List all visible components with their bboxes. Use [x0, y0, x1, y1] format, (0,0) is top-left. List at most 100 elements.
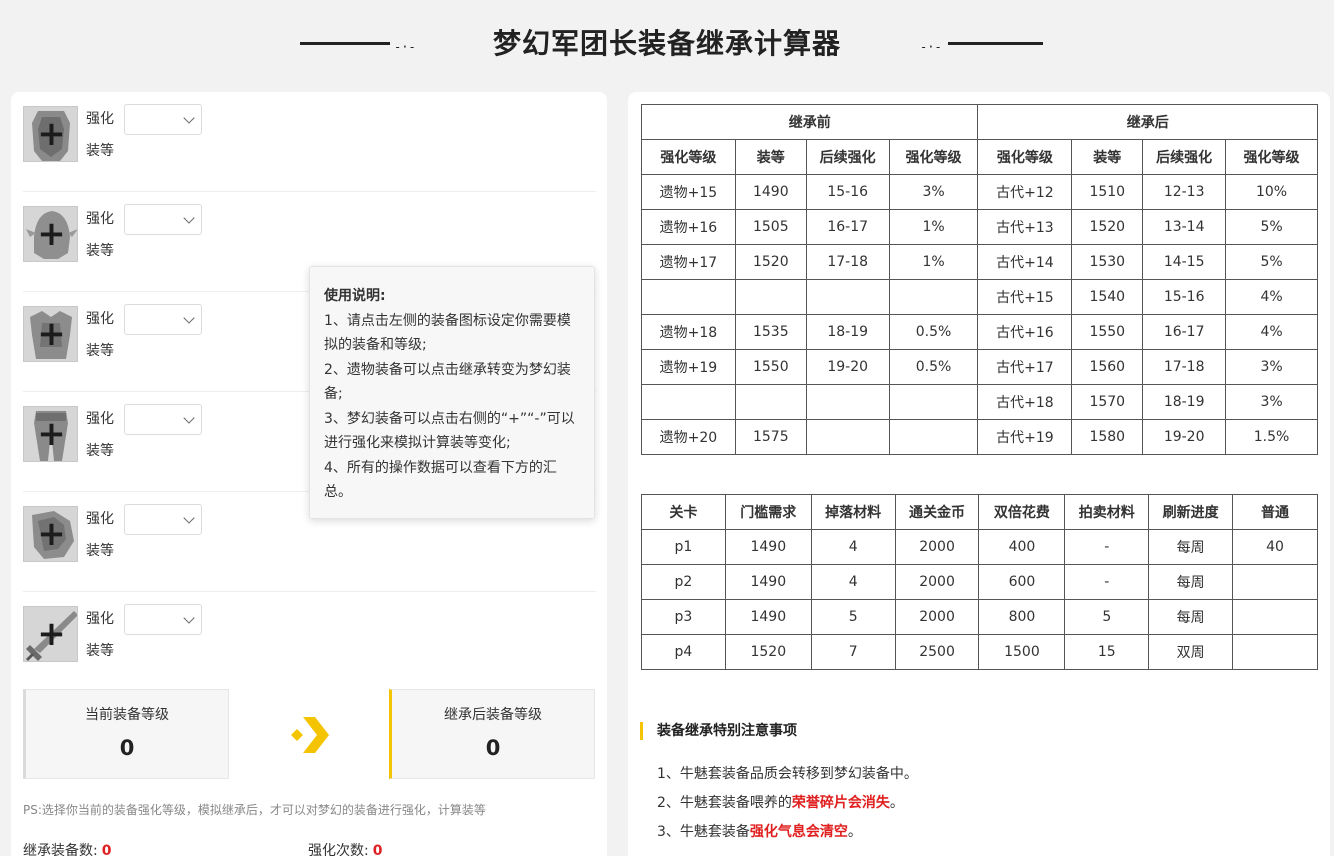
reference-panel: 继承前 继承后 强化等级 装等 后续强化 强化等级 强化等级 装等 后续强化 强… [628, 92, 1330, 856]
enhance-level-select[interactable] [124, 604, 202, 635]
table-cell: 每周 [1148, 564, 1234, 600]
table-cell: 800 [978, 599, 1066, 635]
sword-icon[interactable]: + [23, 606, 78, 662]
stage-table: 关卡 门槛需求 掉落材料 通关金币 双倍花费 拍卖材料 刷新进度 普通 p1 14… [641, 494, 1318, 670]
table-cell [641, 279, 736, 315]
table-cell: 1520 [734, 244, 807, 280]
add-equipment-plus-icon: + [37, 414, 66, 454]
title-decoration-right-dash: -·- [920, 40, 942, 54]
notice-text: 。 [847, 824, 862, 840]
enhance-level-select[interactable] [124, 404, 202, 435]
table-cell: 1550 [734, 349, 807, 385]
tooltip-line: 1、请点击左侧的装备图标设定你需要模拟的装备和等级; [324, 312, 571, 354]
notice-text: 。 [889, 795, 904, 811]
table-cell: 古代+12 [977, 174, 1073, 210]
enhance-count-stat: 强化次数: 0 [308, 840, 382, 856]
inherit-count-value: 0 [101, 843, 112, 856]
enhance-level-select[interactable] [124, 104, 202, 135]
chest-armor-icon[interactable]: + [23, 306, 78, 362]
chevron-down-icon [183, 612, 195, 624]
column-header: 强化等级 [888, 139, 979, 175]
table-cell: 13-14 [1142, 209, 1227, 245]
column-header: 双倍花费 [978, 494, 1066, 530]
table-cell: p4 [641, 634, 726, 670]
table-cell: p1 [641, 529, 726, 565]
table-cell: 18-19 [1142, 384, 1227, 420]
table-cell [641, 384, 736, 420]
table-cell: 1550 [1071, 314, 1144, 350]
table-cell: 4 [810, 564, 896, 600]
enhance-level-select[interactable] [124, 304, 202, 335]
gear-score-label: 装等 [86, 243, 114, 259]
inherit-count-stat: 继承装备数: 0 [23, 840, 111, 856]
column-header: 后续强化 [805, 139, 890, 175]
enhance-level-select[interactable] [124, 204, 202, 235]
table-cell: 2500 [894, 634, 980, 670]
table-cell: 5 [810, 599, 896, 635]
enhance-count-label: 强化次数: [308, 843, 369, 856]
notice-highlight: 强化气息会清空 [749, 824, 848, 840]
chevron-down-icon [183, 512, 195, 524]
table-cell [734, 279, 807, 315]
table-cell: 1575 [734, 419, 807, 455]
enhance-count-value: 0 [372, 843, 383, 856]
table-cell [888, 384, 979, 420]
table-row: 遗物+16 1505 16-17 1% 古代+13 1520 13-14 5% [641, 209, 1318, 245]
table-cell [1232, 564, 1318, 600]
table-cell: 600 [978, 564, 1066, 600]
table-cell [888, 279, 979, 315]
title-decoration-right [948, 42, 1043, 45]
inherit-arrow-icon [291, 717, 329, 753]
notice-highlight: 荣誉碎片会消失 [791, 795, 890, 811]
column-header: 拍卖材料 [1064, 494, 1150, 530]
table-cell: 2000 [894, 599, 980, 635]
table-cell: 古代+16 [977, 314, 1073, 350]
group-header-before: 继承前 [640, 104, 979, 140]
table-cell: 40 [1232, 529, 1318, 565]
enhance-label: 强化 [86, 611, 114, 627]
notice-title: 装备继承特别注意事项 [640, 722, 797, 740]
table-row: 古代+18 1570 18-19 3% [641, 384, 1318, 420]
table-cell: 4% [1225, 279, 1318, 315]
table-cell: 遗物+19 [641, 349, 736, 385]
table-cell [805, 384, 890, 420]
gear-score-label: 装等 [86, 343, 114, 359]
enhance-level-select[interactable] [124, 504, 202, 535]
table-row: p4 1520 7 2500 1500 15 双周 [641, 634, 1318, 670]
table-cell: 16-17 [805, 209, 890, 245]
gear-score-label: 装等 [86, 443, 114, 459]
table-cell: 遗物+17 [641, 244, 736, 280]
current-level-value: 0 [119, 736, 135, 760]
table-row: 古代+15 1540 15-16 4% [641, 279, 1318, 315]
gear-score-label: 装等 [86, 543, 114, 559]
add-equipment-plus-icon: + [37, 614, 66, 654]
table-cell: 15 [1064, 634, 1150, 670]
shoulder-armor-icon[interactable]: + [23, 106, 78, 162]
table-cell: 1505 [734, 209, 807, 245]
table-cell: 12-13 [1142, 174, 1227, 210]
page-title: 梦幻军团长装备继承计算器 [492, 27, 841, 60]
add-equipment-plus-icon: + [37, 514, 66, 554]
table-header-row: 关卡 门槛需求 掉落材料 通关金币 双倍花费 拍卖材料 刷新进度 普通 [641, 494, 1318, 530]
table-cell: 17-18 [805, 244, 890, 280]
notice-text: 3、牛魅套装备 [657, 824, 750, 840]
table-cell: 2000 [894, 529, 980, 565]
table-cell: 10% [1225, 174, 1318, 210]
table-cell: 5% [1225, 244, 1318, 280]
column-header: 强化等级 [1225, 139, 1318, 175]
table-row: 遗物+20 1575 古代+19 1580 19-20 1.5% [641, 419, 1318, 455]
column-header: 强化等级 [977, 139, 1073, 175]
after-level-value: 0 [485, 736, 501, 760]
table-cell: 4 [810, 529, 896, 565]
leg-armor-icon[interactable]: + [23, 406, 78, 462]
helmet-icon[interactable]: + [23, 206, 78, 262]
after-level-label: 继承后装备等级 [444, 707, 542, 723]
table-cell: p2 [641, 564, 726, 600]
table-cell: 1520 [1071, 209, 1144, 245]
enhance-label: 强化 [86, 311, 114, 327]
table-cell: - [1064, 529, 1150, 565]
column-header: 刷新进度 [1148, 494, 1234, 530]
table-cell: 16-17 [1142, 314, 1227, 350]
gauntlet-icon[interactable]: + [23, 506, 78, 562]
table-cell: 1.5% [1225, 419, 1318, 455]
